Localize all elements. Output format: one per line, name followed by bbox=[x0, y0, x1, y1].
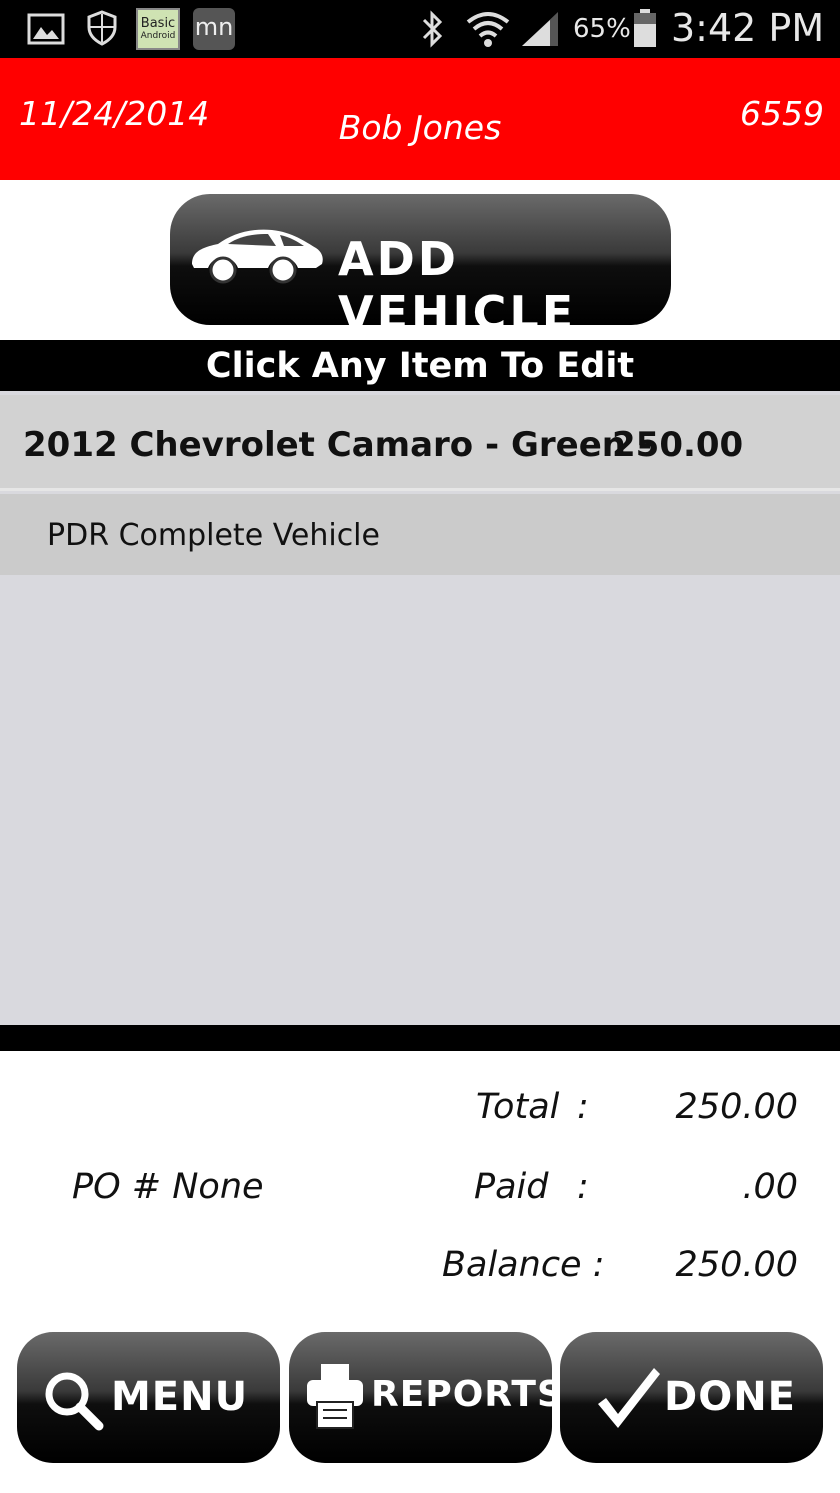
vehicle-description: 2012 Chevrolet Camaro - Green - bbox=[23, 425, 652, 465]
reports-button[interactable]: REPORTS bbox=[289, 1332, 563, 1463]
totals-panel: Total : 250.00 PO # None Paid : .00 Bala… bbox=[0, 1051, 840, 1331]
po-number: PO # None bbox=[72, 1167, 264, 1207]
image-icon bbox=[27, 13, 65, 45]
add-vehicle-button[interactable]: ADD VEHICLE bbox=[170, 194, 671, 340]
mn-app-icon: mn bbox=[193, 8, 235, 50]
menu-label: MENU bbox=[111, 1374, 249, 1420]
mn-label: mn bbox=[194, 13, 234, 41]
invoice-number: 6559 bbox=[740, 94, 824, 133]
list-item-vehicle[interactable]: 2012 Chevrolet Camaro - Green - 250.00 bbox=[0, 395, 840, 491]
list-item-service[interactable]: PDR Complete Vehicle bbox=[0, 494, 840, 575]
reports-label: REPORTS bbox=[371, 1374, 564, 1415]
balance-value: 250.00 bbox=[675, 1245, 798, 1285]
search-icon bbox=[45, 1372, 104, 1431]
wifi-icon bbox=[466, 12, 510, 47]
edit-instruction-bar: Click Any Item To Edit bbox=[0, 340, 840, 391]
battery-icon bbox=[634, 9, 656, 47]
done-button[interactable]: DONE bbox=[560, 1332, 823, 1463]
printer-icon bbox=[307, 1364, 363, 1429]
paid-label: Paid bbox=[474, 1167, 549, 1207]
android-label: Android bbox=[140, 31, 176, 41]
line-items-list: 2012 Chevrolet Camaro - Green - 250.00 P… bbox=[0, 391, 840, 1025]
invoice-header: 11/24/2014 Bob Jones 6559 bbox=[0, 58, 840, 180]
menu-button[interactable]: MENU bbox=[17, 1332, 280, 1463]
signal-icon bbox=[522, 12, 558, 46]
customer-name: Bob Jones bbox=[338, 108, 502, 147]
bluetooth-icon bbox=[422, 10, 443, 48]
total-colon: : bbox=[577, 1087, 589, 1127]
clock: 3:42 PM bbox=[671, 6, 825, 50]
service-label: PDR Complete Vehicle bbox=[47, 518, 380, 553]
basic-android-app-icon: Basic Android bbox=[136, 8, 180, 50]
divider bbox=[0, 1025, 840, 1051]
battery-percent: 65% bbox=[573, 14, 631, 44]
car-icon bbox=[192, 229, 323, 284]
basic-label: Basic bbox=[140, 16, 176, 31]
vehicle-amount: 250.00 bbox=[612, 425, 744, 465]
paid-value: .00 bbox=[742, 1167, 798, 1207]
balance-label: Balance : bbox=[442, 1245, 605, 1285]
total-value: 250.00 bbox=[675, 1087, 798, 1127]
paid-colon: : bbox=[577, 1167, 589, 1207]
checkmark-icon bbox=[598, 1368, 660, 1428]
add-vehicle-label: ADD VEHICLE bbox=[338, 232, 577, 340]
shield-icon bbox=[87, 10, 117, 46]
edit-instruction-text: Click Any Item To Edit bbox=[205, 346, 635, 386]
total-label: Total bbox=[476, 1087, 560, 1127]
status-bar: Basic Android mn 65% 3:42 PM bbox=[0, 0, 840, 58]
done-label: DONE bbox=[664, 1374, 797, 1420]
